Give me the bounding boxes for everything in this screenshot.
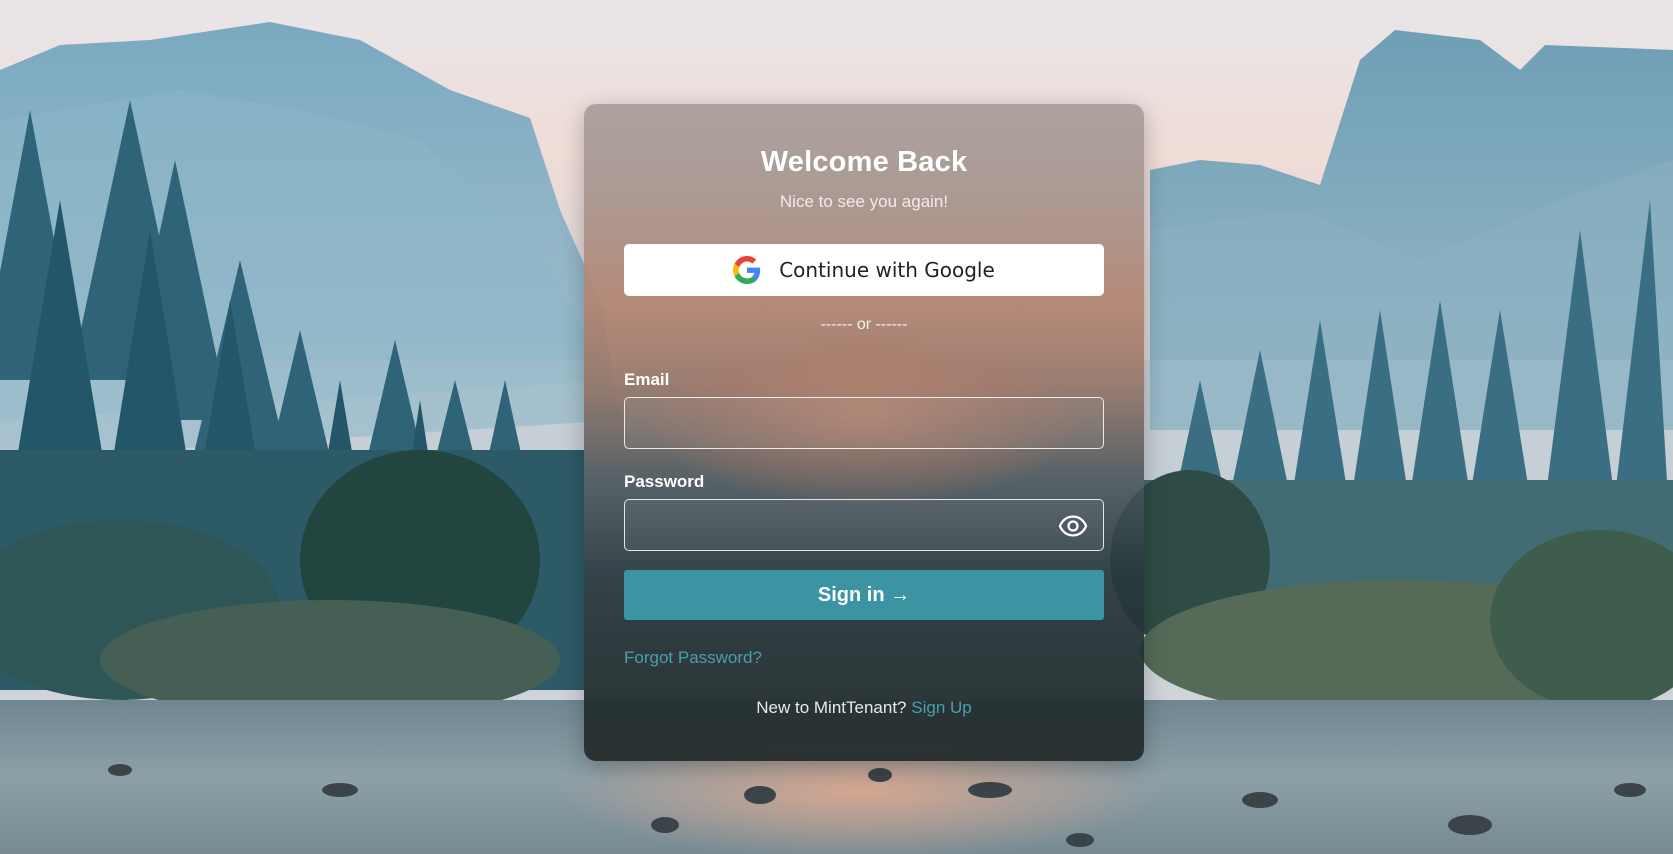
email-label: Email bbox=[624, 370, 670, 389]
or-divider: ------ or ------ bbox=[820, 316, 908, 333]
sign-up-link[interactable]: Sign Up bbox=[911, 698, 971, 717]
email-field[interactable] bbox=[624, 397, 1104, 449]
login-card: Welcome Back Nice to see you again! Cont… bbox=[584, 104, 1144, 761]
password-label: Password bbox=[624, 472, 705, 491]
signup-prompt-text: New to MintTenant? bbox=[756, 698, 907, 717]
login-page: Welcome Back Nice to see you again! Cont… bbox=[0, 0, 1673, 854]
page-subtitle: Nice to see you again! bbox=[779, 192, 949, 211]
forgot-password-link[interactable]: Forgot Password? bbox=[624, 648, 762, 668]
google-signin-button[interactable]: Continue with Google bbox=[624, 244, 1104, 296]
google-button-label: Continue with Google bbox=[779, 258, 995, 282]
google-icon bbox=[733, 256, 761, 284]
password-field[interactable] bbox=[624, 499, 1104, 551]
eye-icon[interactable] bbox=[1058, 511, 1088, 541]
page-title: Welcome Back bbox=[760, 146, 968, 178]
signup-prompt-row: New to MintTenant? Sign Up bbox=[584, 698, 1144, 718]
sign-in-button[interactable]: Sign in → bbox=[624, 570, 1104, 620]
